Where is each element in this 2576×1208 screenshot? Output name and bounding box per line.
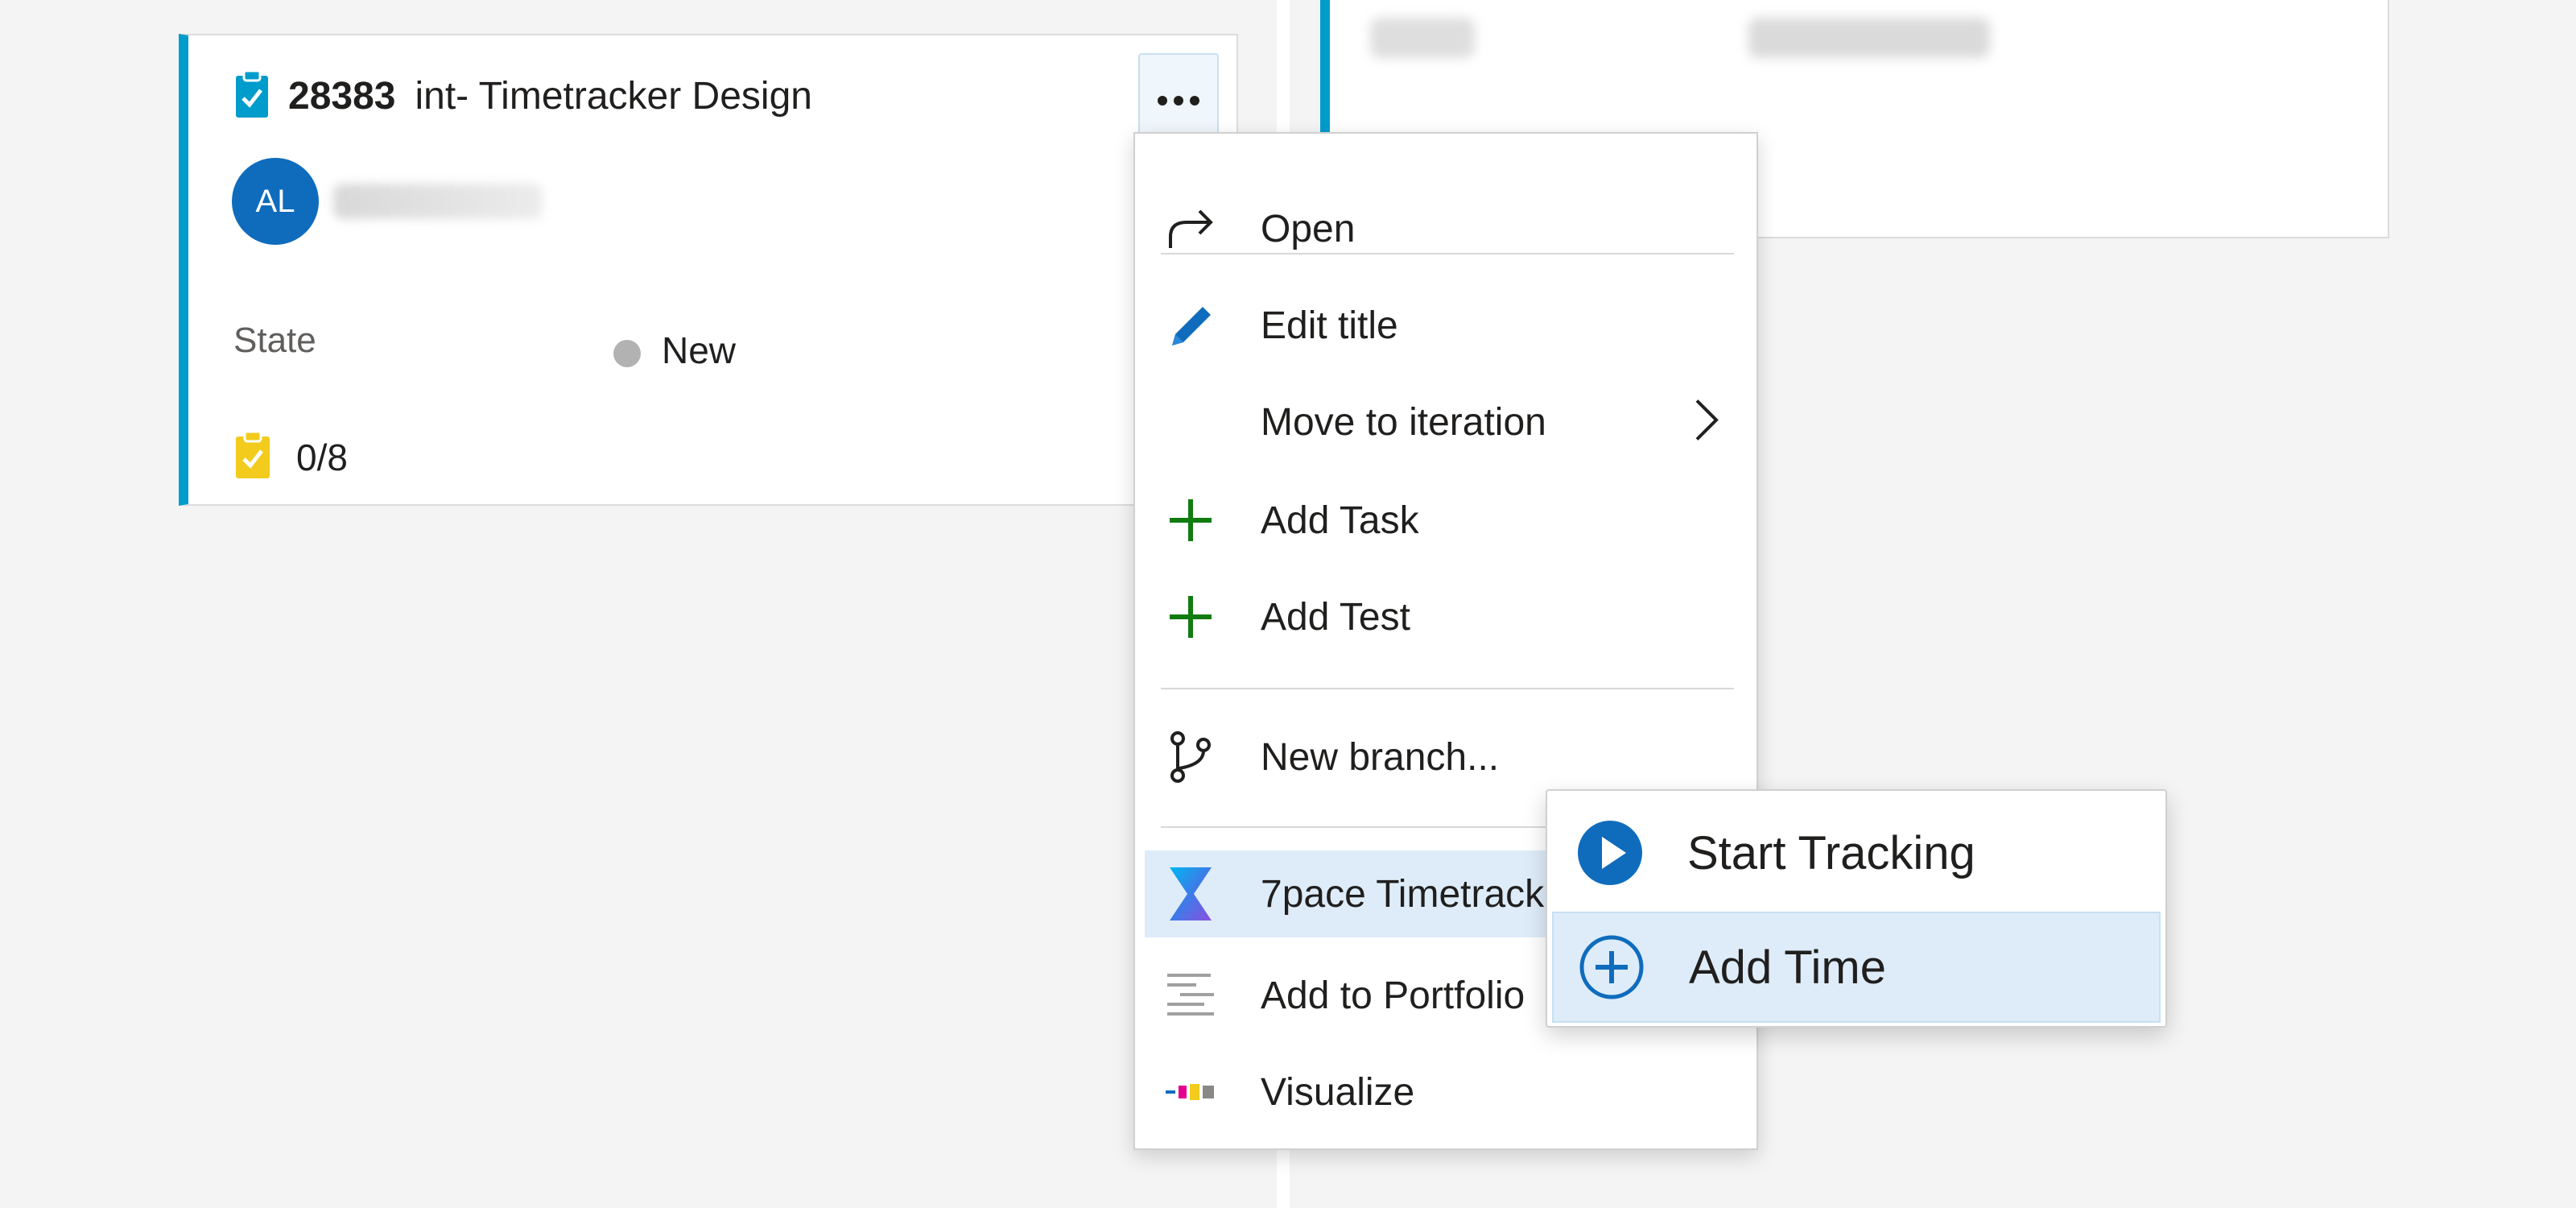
submenu-item-label: Add Time xyxy=(1689,941,1886,994)
menu-item-label: New branch... xyxy=(1261,735,1500,779)
submenu-item-label: Start Tracking xyxy=(1687,826,1975,879)
timetracker-submenu: Start Tracking Add Time xyxy=(1546,789,2167,1028)
menu-separator xyxy=(1161,253,1734,254)
menu-item-visualize[interactable]: Visualize xyxy=(1145,1049,1747,1136)
menu-item-label: Add Task xyxy=(1261,499,1419,542)
work-item-id[interactable]: 28383 xyxy=(288,74,395,118)
portfolio-icon xyxy=(1162,967,1219,1024)
menu-item-move-to-iteration[interactable]: Move to iteration xyxy=(1145,379,1747,465)
branch-icon xyxy=(1162,729,1219,785)
7pace-logo-icon xyxy=(1162,866,1219,922)
card-header: 28383 int- Timetracker Design xyxy=(233,66,812,126)
more-dot-icon xyxy=(1158,96,1167,105)
menu-item-label: Visualize xyxy=(1261,1070,1415,1114)
menu-item-label: 7pace Timetrack xyxy=(1261,872,1545,916)
menu-item-new-branch[interactable]: New branch... xyxy=(1145,714,1747,801)
work-item-card[interactable]: 28383 int- Timetracker Design AL State N… xyxy=(179,34,1238,506)
product-backlog-item-icon xyxy=(233,69,270,123)
menu-item-label: Move to iteration xyxy=(1261,400,1546,444)
task-clipboard-icon xyxy=(233,430,272,484)
more-dot-icon xyxy=(1174,96,1183,105)
menu-item-add-task[interactable]: Add Task xyxy=(1145,477,1747,564)
work-item-title[interactable]: int- Timetracker Design xyxy=(415,74,811,118)
more-dot-icon xyxy=(1190,96,1199,105)
state-field-value[interactable]: New xyxy=(662,329,736,372)
menu-item-label: Edit title xyxy=(1261,304,1398,347)
menu-item-edit-title[interactable]: Edit title xyxy=(1145,282,1747,369)
child-tasks-summary[interactable]: 0/8 xyxy=(233,430,348,484)
plus-icon xyxy=(1162,589,1219,645)
plus-icon xyxy=(1162,492,1219,548)
open-arrow-icon xyxy=(1162,201,1219,257)
blurred-field-label xyxy=(1370,18,1475,58)
menu-item-label: Open xyxy=(1261,207,1356,250)
pencil-icon xyxy=(1162,297,1219,354)
play-circle-icon xyxy=(1576,819,1644,887)
assignee-avatar[interactable]: AL xyxy=(232,158,319,245)
state-indicator-dot xyxy=(613,340,641,367)
menu-separator xyxy=(1161,688,1734,689)
assignee-name-blurred xyxy=(333,184,543,219)
menu-item-open[interactable]: Open xyxy=(1145,185,1747,272)
menu-item-add-test[interactable]: Add Test xyxy=(1145,573,1747,660)
menu-item-label: Add to Portfolio xyxy=(1261,974,1525,1017)
plus-circle-icon xyxy=(1578,933,1645,1001)
visualize-icon xyxy=(1162,1064,1219,1120)
tasks-progress-text: 0/8 xyxy=(296,436,348,478)
blurred-field-value xyxy=(1748,18,1990,58)
menu-item-label: Add Test xyxy=(1261,595,1410,639)
submenu-item-add-time[interactable]: Add Time xyxy=(1552,912,2161,1023)
submenu-item-start-tracking[interactable]: Start Tracking xyxy=(1552,797,2161,908)
state-field-label: State xyxy=(233,321,316,360)
chevron-right-icon xyxy=(1692,398,1719,447)
